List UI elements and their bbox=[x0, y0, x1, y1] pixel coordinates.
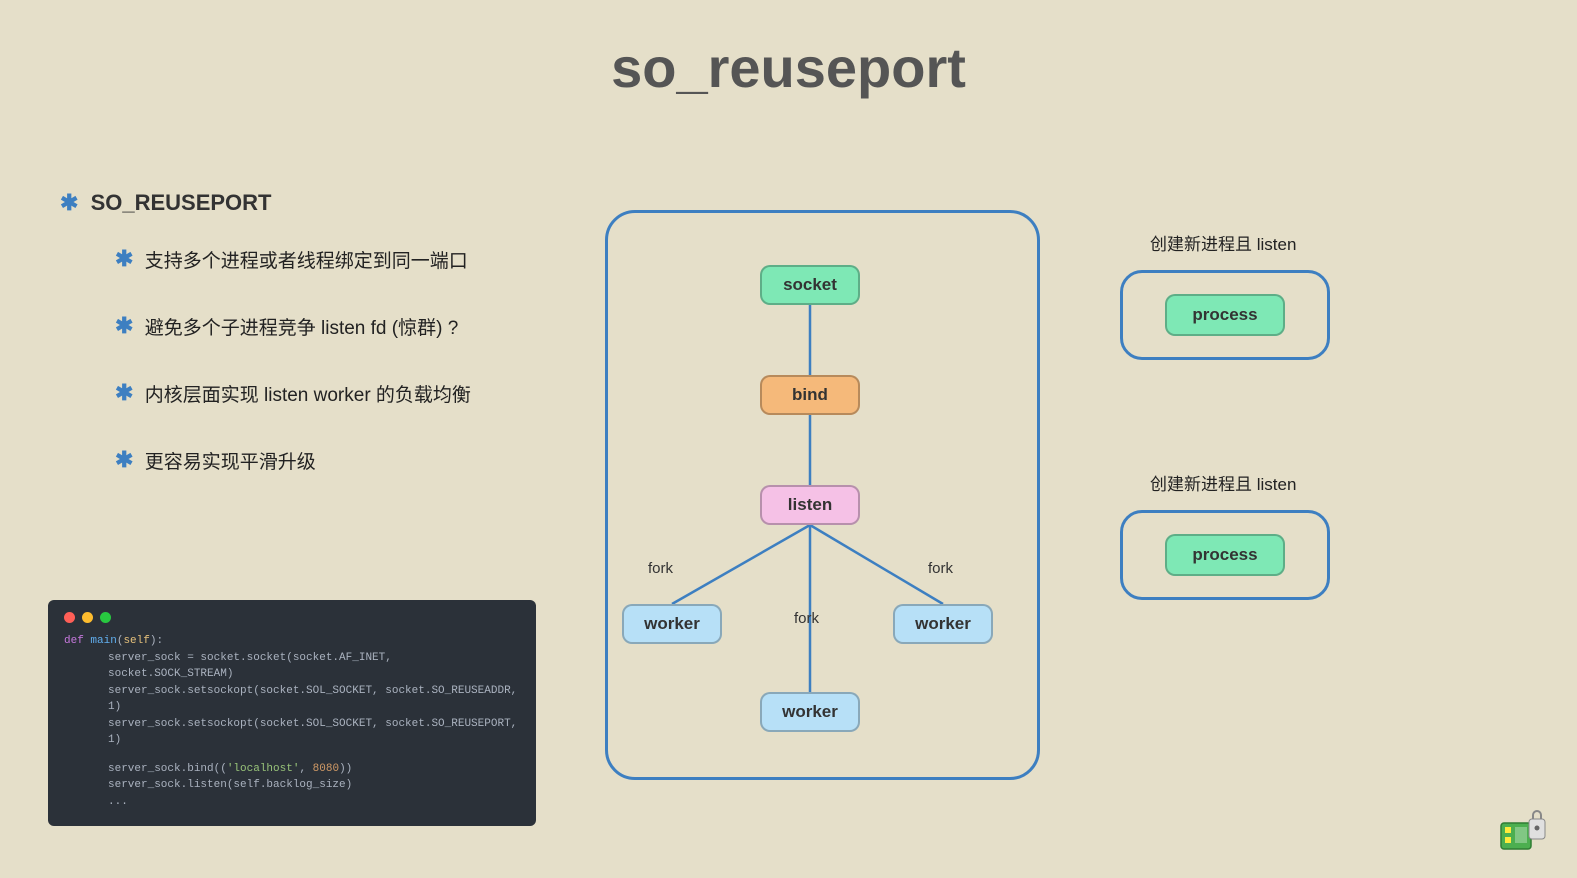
func-name: main bbox=[90, 635, 116, 647]
node-process: process bbox=[1165, 294, 1285, 336]
bullet-text: 支持多个进程或者线程绑定到同一端口 bbox=[145, 251, 468, 272]
code-line: server_sock.setsockopt(socket.SOL_SOCKET… bbox=[64, 683, 520, 716]
process-box: process bbox=[1120, 510, 1330, 600]
maximize-icon bbox=[100, 612, 111, 623]
code-self: self bbox=[123, 635, 149, 647]
code-bind-pre: server_sock.bind(( bbox=[108, 763, 227, 775]
node-listen: listen bbox=[760, 485, 860, 525]
minimize-icon bbox=[82, 612, 93, 623]
code-snippet: def main(self): server_sock = socket.soc… bbox=[48, 600, 536, 826]
section-heading: ✱ SO_REUSEPORT bbox=[60, 190, 580, 216]
right-label-1: 创建新进程且 listen bbox=[1150, 230, 1296, 255]
network-card-lock-icon bbox=[1497, 809, 1547, 860]
left-column: ✱ SO_REUSEPORT ✱ 支持多个进程或者线程绑定到同一端口 ✱ 避免多… bbox=[60, 190, 580, 514]
code-line: server_sock.listen(self.backlog_size) bbox=[64, 777, 520, 794]
code-bind-post: )) bbox=[339, 763, 352, 775]
bullet-item: ✱ 支持多个进程或者线程绑定到同一端口 bbox=[115, 246, 580, 273]
keyword-def: def bbox=[64, 635, 84, 647]
node-socket: socket bbox=[760, 265, 860, 305]
node-worker: worker bbox=[760, 692, 860, 732]
fork-label: fork bbox=[648, 560, 673, 577]
node-bind: bind bbox=[760, 375, 860, 415]
code-num: 8080 bbox=[313, 763, 339, 775]
node-worker: worker bbox=[893, 604, 993, 644]
node-process: process bbox=[1165, 534, 1285, 576]
right-label-2: 创建新进程且 listen bbox=[1150, 470, 1296, 495]
bullet-item: ✱ 避免多个子进程竞争 listen fd (惊群) ? bbox=[115, 313, 580, 340]
node-worker: worker bbox=[622, 604, 722, 644]
bullet-item: ✱ 更容易实现平滑升级 bbox=[115, 447, 580, 474]
process-box: process bbox=[1120, 270, 1330, 360]
heading-text: SO_REUSEPORT bbox=[91, 190, 272, 215]
code-line: server_sock.bind(('localhost', 8080)) bbox=[64, 761, 520, 778]
bullet-text: 更容易实现平滑升级 bbox=[145, 452, 316, 473]
fork-label: fork bbox=[928, 560, 953, 577]
bullet-text: 避免多个子进程竞争 listen fd (惊群) ? bbox=[145, 318, 459, 339]
asterisk-icon: ✱ bbox=[115, 380, 133, 406]
code-str: 'localhost' bbox=[227, 763, 300, 775]
asterisk-icon: ✱ bbox=[115, 246, 133, 272]
asterisk-icon: ✱ bbox=[115, 447, 133, 473]
fork-label: fork bbox=[794, 610, 819, 627]
bullet-item: ✱ 内核层面实现 listen worker 的负载均衡 bbox=[115, 380, 580, 407]
bullet-text: 内核层面实现 listen worker 的负载均衡 bbox=[145, 385, 471, 406]
code-line: server_sock.setsockopt(socket.SOL_SOCKET… bbox=[64, 716, 520, 749]
code-line: server_sock = socket.socket(socket.AF_IN… bbox=[64, 650, 520, 683]
asterisk-icon: ✱ bbox=[60, 190, 78, 216]
page-title: so_reuseport bbox=[0, 0, 1577, 100]
code-line: ... bbox=[64, 794, 520, 811]
window-controls bbox=[64, 612, 520, 623]
close-icon bbox=[64, 612, 75, 623]
asterisk-icon: ✱ bbox=[115, 313, 133, 339]
code-line: def main(self): bbox=[64, 633, 520, 650]
